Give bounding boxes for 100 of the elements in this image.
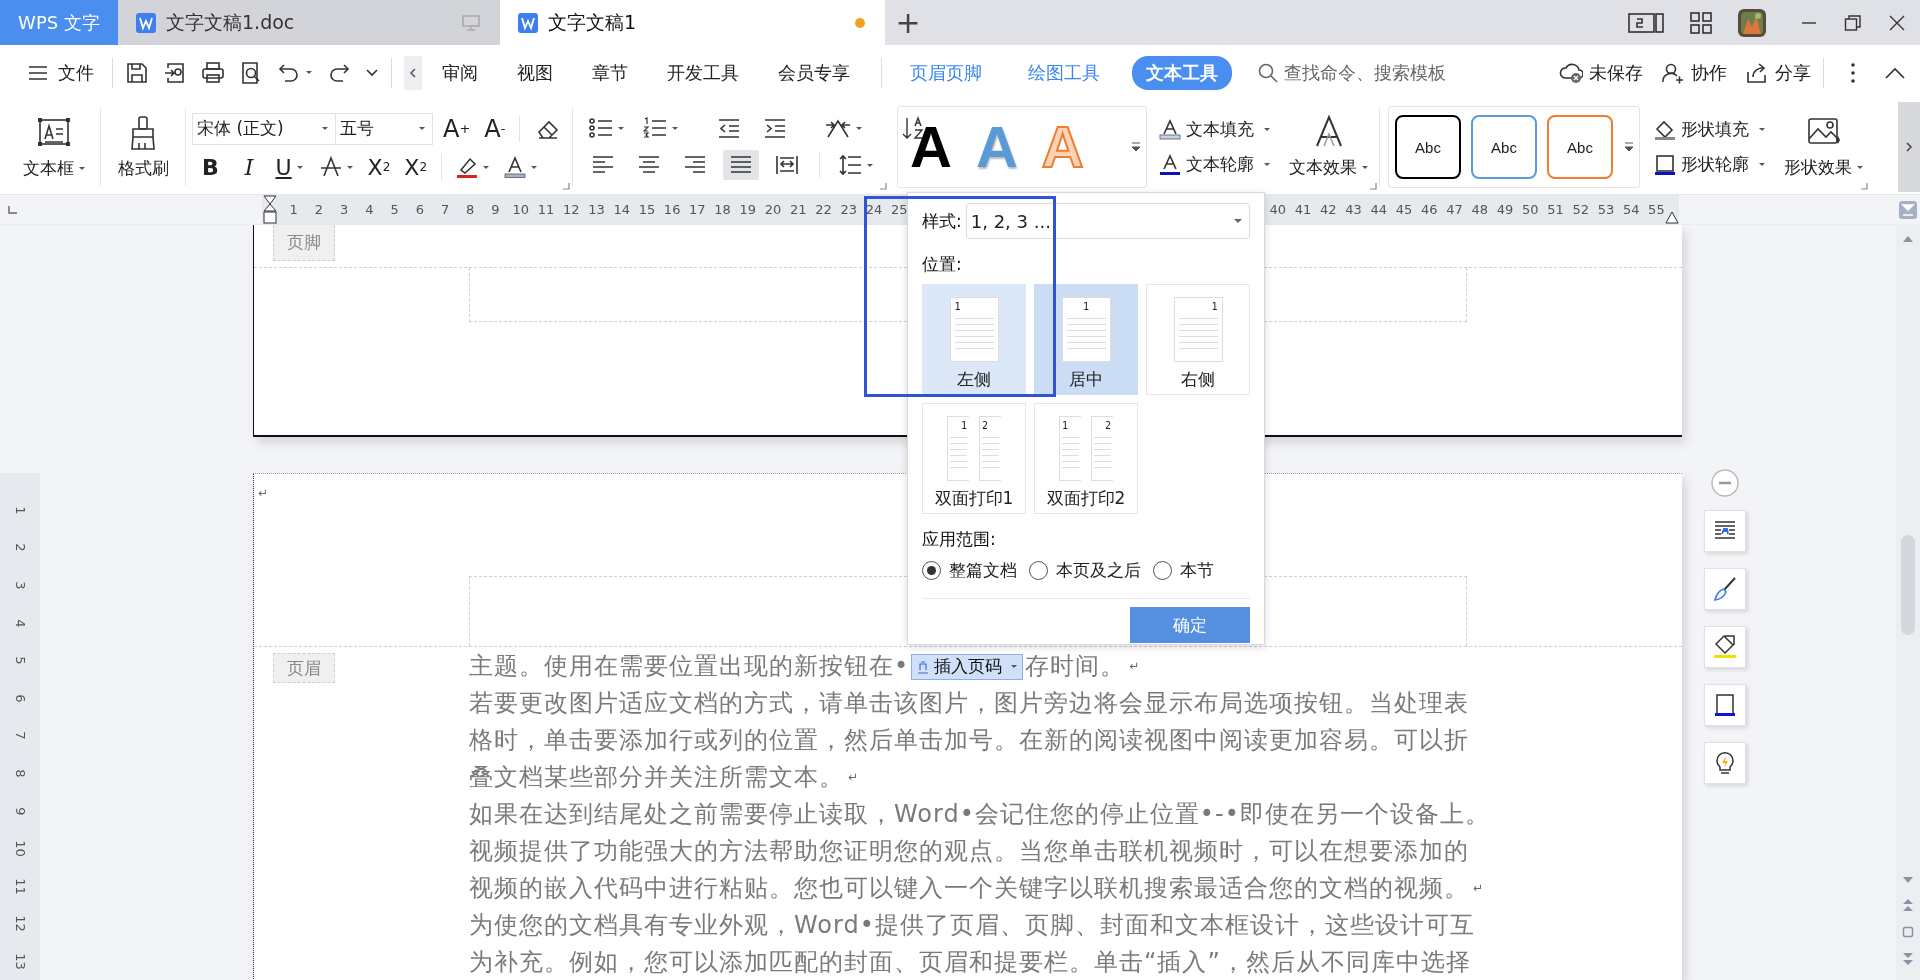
text-fill-button[interactable]: 文本填充 [1159,118,1271,141]
more-icon[interactable] [365,67,379,78]
search-icon [1258,62,1278,83]
number-style-select[interactable]: 1, 2, 3 ... [965,203,1250,239]
ruler-number: 15 [637,202,657,217]
grow-font-button[interactable]: A$^{+}$ [439,111,475,146]
ribbon-tab[interactable]: 页眉页脚 [896,55,996,90]
ruler-number: 8 [465,202,476,217]
document-tab[interactable]: 文字文稿1.doc [118,0,500,45]
ruler-number: 43 [1344,202,1363,217]
shape-outline-button[interactable]: 形状轮廓 [1654,153,1766,176]
document-tab[interactable]: 文字文稿1 [500,0,885,45]
ruler-number: 11 [12,877,28,895]
strikethrough-icon [319,156,342,178]
ruler-number: 16 [662,202,682,217]
position-option[interactable]: 1 左侧 [922,284,1026,395]
new-tab-button[interactable]: + [885,0,931,45]
file-menu[interactable]: 文件 [22,60,100,85]
browse-object-icon[interactable] [1902,926,1914,938]
shape-style-sample[interactable]: Abc [1395,115,1461,179]
floating-tool-button[interactable] [1704,742,1746,784]
font-size-select[interactable]: 五号 [335,112,433,145]
ribbon-tab[interactable]: 视图 [503,55,567,90]
view-toggle-icon[interactable] [1898,199,1918,220]
shape-effect-button[interactable]: 形状效果 [1778,111,1870,183]
print-icon[interactable] [201,60,225,85]
scope-radio[interactable]: 本页及之后 [1029,559,1141,582]
save-icon[interactable] [125,60,149,85]
italic-button[interactable]: I [234,154,264,180]
scope-radio[interactable]: 整篇文档 [922,559,1017,582]
caret-icon [617,125,625,131]
shape-style-sample[interactable]: Abc [1471,115,1537,179]
search-field[interactable]: 查找命令、搜索模板 [1258,62,1498,83]
ribbon-tab[interactable]: 开发工具 [653,55,753,90]
toolbar-action[interactable]: 分享 [1745,60,1811,85]
text-effect-button[interactable]: 文本效果 [1283,111,1375,183]
restore-icon[interactable] [1844,13,1862,32]
ribbon-tab[interactable]: 会员专享 [764,55,864,90]
position-option[interactable]: 1 2 双面打印1 [922,403,1026,514]
document-icon [518,12,538,33]
decrease-indent-icon[interactable] [717,117,741,139]
floating-tool-button[interactable] [1704,684,1746,726]
superscript-button[interactable]: X$^{2}$ [363,151,395,183]
position-option[interactable]: 1 2 双面打印2 [1034,403,1138,514]
scrollbar[interactable] [1896,225,1920,980]
paint-bucket-icon [1654,118,1676,141]
font-select[interactable]: 宋体 (正文) [192,112,336,145]
caret-icon [418,126,426,131]
position-option[interactable]: 1 居中 [1034,284,1138,395]
format-painter-button[interactable]: 格式刷 [111,110,175,184]
collapse-icon[interactable] [1884,65,1906,80]
underline-button[interactable]: U [269,154,310,180]
shape-style-sample[interactable]: Abc [1547,115,1613,179]
dual-screen-icon[interactable] [1628,11,1664,34]
tab-stop-icon[interactable] [8,204,18,215]
position-option[interactable]: 1 右侧 [1146,284,1250,395]
shrink-font-button[interactable]: A$^{-}$ [480,111,510,146]
ruler-number: 42 [1319,202,1338,217]
caret-icon [345,164,354,170]
font-color-icon [504,156,527,178]
footer-label: 页脚 [273,225,335,261]
toolbar-action[interactable]: 未保存 [1559,60,1643,85]
insert-page-number-button[interactable]: 插入页码 [911,653,1024,680]
increase-indent-icon[interactable] [763,117,787,139]
indent-marker-icon[interactable] [262,194,278,225]
previous-page-icon[interactable] [1902,898,1914,912]
ribbon-tab[interactable]: 审阅 [428,55,492,90]
body-text-line: 主题。使用在需要位置出现的新按钮在• [469,651,910,682]
alignment-button[interactable] [723,150,759,180]
bold-button[interactable]: B [192,154,229,180]
close-icon[interactable] [1888,13,1906,32]
floating-tool-button[interactable] [1704,510,1746,552]
next-page-icon[interactable] [1902,952,1914,966]
scroll-down-icon[interactable] [1902,876,1914,884]
ribbon-tab[interactable]: 绘图工具 [1014,55,1114,90]
ribbon-tab[interactable]: 章节 [578,55,642,90]
text-outline-button[interactable]: 文本轮廓 [1159,153,1271,176]
gallery-more-icon[interactable] [1623,140,1635,154]
justify-icon [729,154,753,176]
scroll-left-icon[interactable] [404,55,422,90]
export-icon[interactable] [163,60,187,85]
scroll-up-icon[interactable] [1902,235,1914,243]
scope-radio[interactable]: 本节 [1153,559,1214,582]
scroll-thumb[interactable] [1901,535,1915,635]
page-number: 1 [1211,301,1218,312]
page-number-icon [916,659,931,674]
text-box-button[interactable]: 文本框 [16,110,92,184]
zoom-out-icon[interactable] [1710,468,1740,498]
caret-icon [1263,162,1271,167]
align-left-icon [591,154,615,176]
more-options-icon[interactable] [1850,61,1856,84]
gallery-more-icon[interactable] [1130,140,1142,154]
toolbar-action[interactable]: 协作 [1661,60,1727,85]
indent-marker-icon[interactable] [1665,210,1679,225]
ruler-number: 50 [1520,202,1540,217]
text-style-sample[interactable]: A [910,118,952,176]
shape-fill-button[interactable]: 形状填充 [1654,118,1766,141]
ruler-number: 44 [1369,202,1389,217]
grid-icon[interactable] [1690,11,1712,34]
floating-tool-button[interactable] [1704,626,1746,668]
